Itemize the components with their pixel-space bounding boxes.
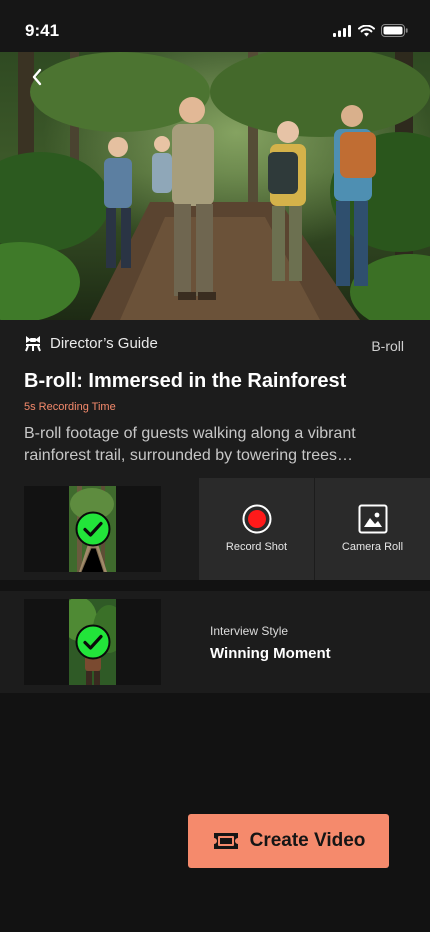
rainforest-photo [0, 52, 430, 320]
image-icon [358, 504, 387, 534]
status-time: 9:41 [25, 21, 60, 40]
chevron-left-icon [32, 68, 42, 86]
clapperboard-icon [25, 336, 41, 352]
shot-type-label: B-roll [371, 338, 404, 354]
check-circle-icon [75, 511, 110, 547]
shot-card: Record Shot Camera Roll [0, 478, 430, 580]
camera-roll-label: Camera Roll [341, 541, 404, 553]
shot-thumbnail-frame[interactable] [24, 599, 161, 685]
guide-header: Director’s Guide [24, 334, 158, 352]
wifi-icon [358, 24, 375, 36]
shot-thumbnail [69, 486, 116, 572]
shot-card: Interview Style Winning Moment [0, 591, 430, 693]
shot-description: B-roll footage of guests walking along a… [24, 425, 356, 464]
recording-time: 5s Recording Time [24, 401, 116, 413]
shot-thumbnail-frame[interactable] [24, 486, 161, 572]
interview-style-label: Interview Style [210, 624, 289, 638]
check-circle-icon [75, 624, 110, 660]
camera-roll-button[interactable]: Camera Roll [315, 478, 430, 580]
record-icon [242, 504, 271, 534]
interview-style-title: Winning Moment [210, 645, 331, 662]
shot-title: B-roll: Immersed in the Rainforest [24, 370, 347, 392]
status-icons [333, 24, 408, 37]
ticket-icon [213, 833, 238, 849]
cellular-signal-icon [333, 24, 351, 37]
status-bar: 9:41 [0, 0, 430, 52]
battery-icon [381, 24, 408, 37]
hero-image [0, 52, 430, 320]
directors-guide-panel: Director’s Guide B-roll B-roll: Immersed… [0, 320, 430, 478]
guide-label: Director’s Guide [50, 334, 158, 352]
record-shot-button[interactable]: Record Shot [199, 478, 314, 580]
create-video-button[interactable]: Create Video [188, 814, 389, 868]
record-shot-label: Record Shot [225, 541, 288, 553]
shot-thumbnail [69, 599, 116, 685]
back-button[interactable] [26, 66, 48, 88]
create-video-label: Create Video [249, 830, 366, 851]
